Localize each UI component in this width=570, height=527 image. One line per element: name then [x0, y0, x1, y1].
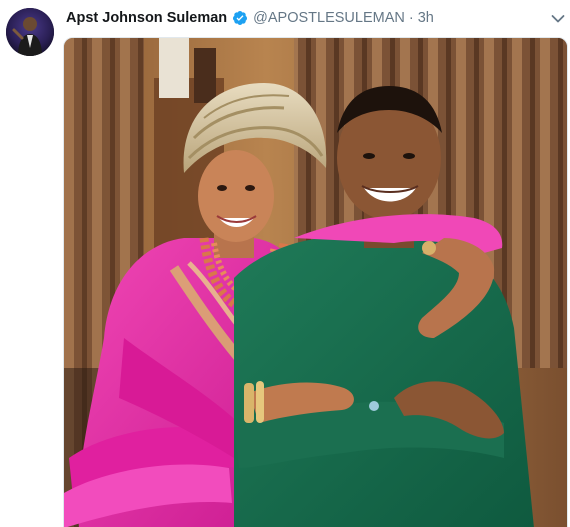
tweet-photo[interactable]	[63, 37, 568, 527]
avatar-image	[6, 8, 54, 56]
author-name[interactable]: Apst Johnson Suleman	[66, 8, 227, 28]
separator-dot: ·	[408, 10, 414, 26]
author-avatar[interactable]	[6, 8, 54, 56]
tweet-timestamp[interactable]: 3h	[418, 8, 434, 28]
verified-badge-icon	[232, 10, 248, 26]
photo-couple	[64, 38, 567, 527]
tweet-card: Apst Johnson Suleman @APOSTLESULEMAN · 3…	[0, 0, 570, 527]
chevron-down-icon[interactable]	[551, 11, 565, 23]
tweet-header: Apst Johnson Suleman @APOSTLESULEMAN · 3…	[66, 8, 434, 28]
author-handle[interactable]: @APOSTLESULEMAN	[253, 8, 405, 28]
